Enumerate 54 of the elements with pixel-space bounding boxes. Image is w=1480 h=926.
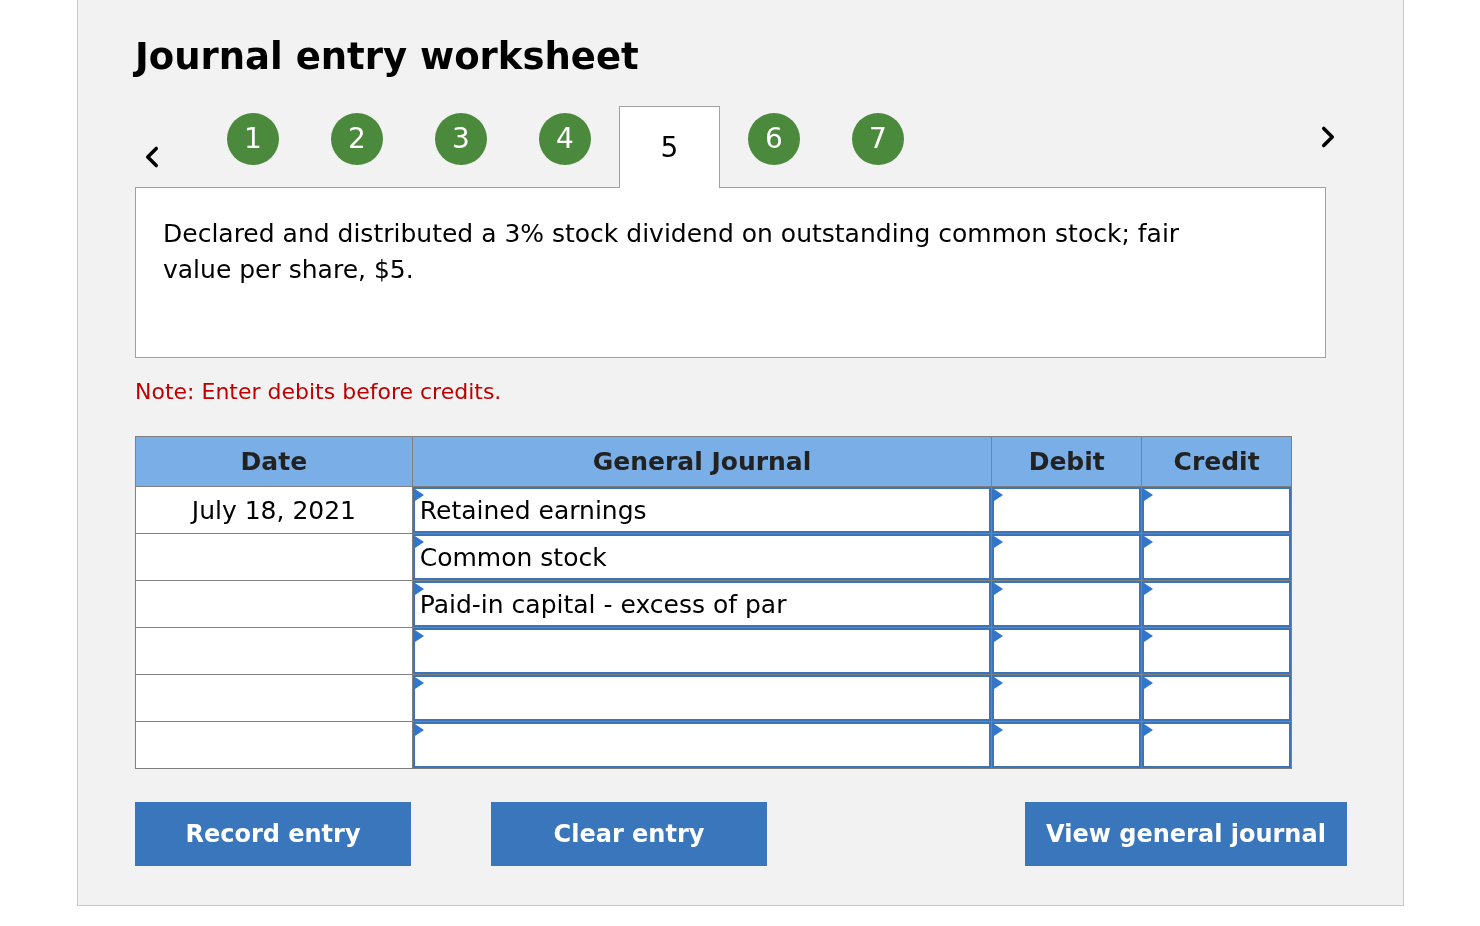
- worksheet-title: Journal entry worksheet: [135, 34, 640, 80]
- debit-field[interactable]: [994, 724, 1140, 767]
- dropdown-marker-icon: [1144, 489, 1154, 502]
- dropdown-marker-icon: [1144, 583, 1154, 596]
- dropdown-marker-icon: [994, 724, 1004, 737]
- dropdown-marker-icon: [414, 630, 424, 643]
- credit-field[interactable]: [1144, 630, 1289, 673]
- step-tab[interactable]: 7: [852, 113, 904, 166]
- dropdown-marker-icon: [1144, 724, 1154, 737]
- action-button[interactable]: View general journal: [1025, 802, 1347, 867]
- step-tab[interactable]: 2: [331, 113, 383, 166]
- date-cell: July 18, 2021: [136, 487, 412, 534]
- account-field[interactable]: [414, 724, 990, 767]
- dropdown-marker-icon: [414, 724, 424, 737]
- credit-field[interactable]: [1144, 724, 1289, 767]
- action-button[interactable]: Record entry: [135, 802, 411, 867]
- credit-field[interactable]: [1144, 536, 1289, 579]
- debit-field[interactable]: [994, 630, 1140, 673]
- account-field[interactable]: Common stock: [414, 536, 990, 579]
- dropdown-marker-icon: [994, 536, 1004, 549]
- column-header: Debit: [991, 437, 1142, 487]
- action-button[interactable]: Clear entry: [491, 802, 767, 867]
- note-text: Note: Enter debits before credits.: [135, 378, 503, 407]
- step-tab[interactable]: 3: [435, 113, 487, 166]
- debit-field[interactable]: [994, 536, 1140, 579]
- step-tab[interactable]: 5: [619, 106, 720, 189]
- dropdown-marker-icon: [414, 583, 424, 596]
- dropdown-marker-icon: [994, 677, 1004, 690]
- dropdown-marker-icon: [414, 489, 424, 502]
- credit-field[interactable]: [1144, 489, 1289, 532]
- dropdown-marker-icon: [1144, 677, 1154, 690]
- column-header: Credit: [1141, 437, 1291, 487]
- account-field[interactable]: [414, 677, 990, 720]
- dropdown-marker-icon: [1144, 536, 1154, 549]
- credit-field[interactable]: [1144, 677, 1289, 720]
- description-text: Declared and distributed a 3% stock dividend on outstanding common stock; fair value per share, $5.: [163, 218, 1181, 287]
- step-tab[interactable]: 1: [227, 113, 279, 166]
- dropdown-marker-icon: [1144, 630, 1154, 643]
- step-tab[interactable]: 6: [748, 113, 800, 166]
- credit-field[interactable]: [1144, 583, 1289, 626]
- debit-field[interactable]: [994, 677, 1140, 720]
- dropdown-marker-icon: [994, 583, 1004, 596]
- step-tab[interactable]: 4: [539, 113, 591, 166]
- account-field[interactable]: [414, 630, 990, 673]
- dropdown-marker-icon: [414, 536, 424, 549]
- dropdown-marker-icon: [414, 677, 424, 690]
- account-field[interactable]: Retained earnings: [414, 489, 990, 532]
- column-header: Date: [239, 446, 309, 478]
- account-field[interactable]: Paid-in capital - excess of par: [414, 583, 990, 626]
- dropdown-marker-icon: [994, 630, 1004, 643]
- debit-field[interactable]: [994, 489, 1140, 532]
- debit-field[interactable]: [994, 583, 1140, 626]
- dropdown-marker-icon: [994, 489, 1004, 502]
- column-header: General Journal: [411, 437, 992, 487]
